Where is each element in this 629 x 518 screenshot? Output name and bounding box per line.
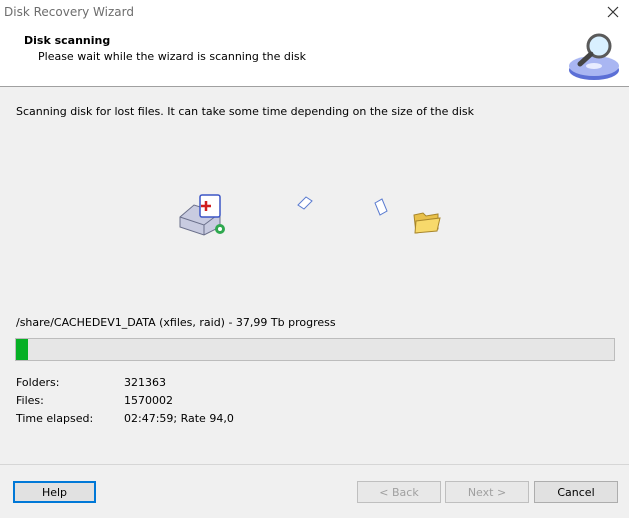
folders-value: 321363 <box>124 376 166 389</box>
close-button[interactable] <box>603 3 623 21</box>
next-button[interactable]: Next > <box>445 481 529 503</box>
back-button[interactable]: < Back <box>357 481 441 503</box>
flying-file-icon <box>374 198 388 216</box>
wizard-header: Disk scanning Please wait while the wiza… <box>0 24 629 87</box>
flying-file-icon <box>297 196 313 210</box>
hard-disk-icon <box>179 194 225 236</box>
wizard-footer: Help < Back Next > Cancel <box>0 464 629 518</box>
cancel-button[interactable]: Cancel <box>534 481 618 503</box>
main-panel: Scanning disk for lost files. It can tak… <box>0 87 629 464</box>
progress-fill <box>16 339 28 360</box>
window-title: Disk Recovery Wizard <box>4 5 134 19</box>
header-title: Disk scanning <box>24 34 111 47</box>
header-subtitle: Please wait while the wizard is scanning… <box>38 50 307 63</box>
time-elapsed-value: 02:47:59; Rate 94,0 <box>124 412 234 425</box>
progress-label: /share/CACHEDEV1_DATA (xfiles, raid) - 3… <box>16 316 336 329</box>
scan-description: Scanning disk for lost files. It can tak… <box>16 105 474 118</box>
title-bar: Disk Recovery Wizard <box>0 0 629 24</box>
scan-progress-bar <box>15 338 615 361</box>
help-button[interactable]: Help <box>13 481 96 503</box>
magnifier-disk-icon <box>569 33 619 80</box>
files-value: 1570002 <box>124 394 173 407</box>
folder-icon <box>413 212 441 234</box>
folders-label: Folders: <box>16 376 60 389</box>
close-icon <box>607 6 619 18</box>
time-elapsed-label: Time elapsed: <box>16 412 94 425</box>
files-label: Files: <box>16 394 44 407</box>
